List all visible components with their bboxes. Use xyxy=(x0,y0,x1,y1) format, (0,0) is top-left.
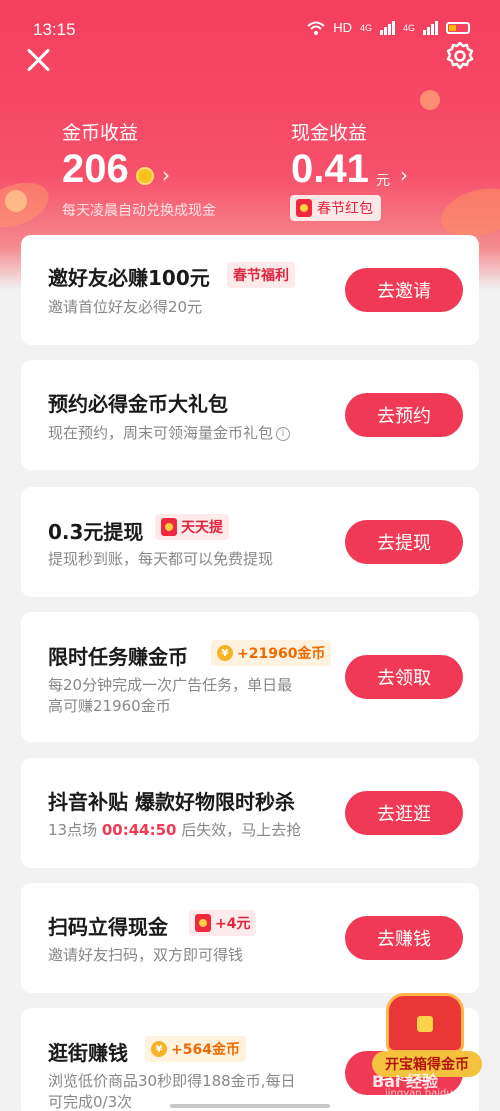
cash-earnings-label: 现金收益 xyxy=(291,122,368,144)
wifi-icon xyxy=(307,21,325,35)
red-envelope-icon xyxy=(296,199,312,217)
task-tag-label: +564金币 xyxy=(171,1042,240,1058)
task-tag-label: 春节福利 xyxy=(233,268,289,284)
status-bar: 13:15 HD 4G 4G xyxy=(0,0,500,60)
task-desc: 邀请首位好友必得20元 xyxy=(48,298,203,316)
signal-icon xyxy=(379,20,395,35)
task-tag: ¥ +21960金币 xyxy=(211,640,332,666)
task-desc: 邀请好友扫码，双方即可得钱 xyxy=(48,946,244,964)
task-tag-label: +21960金币 xyxy=(237,646,326,662)
task-title: 邀好友必赚100元 xyxy=(48,266,210,290)
signal-icon xyxy=(423,20,438,35)
task-desc: 可完成0/3次 xyxy=(48,1093,133,1111)
task-card-scan: 扫码立得现金 +4元 邀请好友扫码，双方即可得钱 去赚钱 xyxy=(21,883,479,993)
coin-earnings-note: 每天凌晨自动兑换成现金 xyxy=(62,203,216,219)
task-card-withdraw: 0.3元提现 天天提 提现秒到账，每天都可以免费提现 去提现 xyxy=(21,487,479,597)
task-title: 逛街赚钱 xyxy=(48,1041,128,1065)
coin-icon xyxy=(136,167,154,185)
coin-earnings-value[interactable]: 206 xyxy=(62,147,129,192)
task-title: 预约必得金币大礼包 xyxy=(48,392,228,416)
watermark-url: jingyan.baidu.com xyxy=(385,1088,478,1099)
task-tag: +4元 xyxy=(189,910,257,936)
task-title: 扫码立得现金 xyxy=(48,915,168,939)
task-title: 抖音补贴 爆款好物限时秒杀 xyxy=(48,790,295,814)
task-tag: ¥ +564金币 xyxy=(145,1036,246,1062)
battery-icon xyxy=(446,21,470,34)
task-desc: 高可赚21960金币 xyxy=(48,697,171,715)
network-label: 4G xyxy=(359,22,372,33)
task-desc: 每20分钟完成一次广告任务，单日最 xyxy=(48,676,293,694)
coin-icon: ¥ xyxy=(217,645,233,661)
task-desc: 现在预约，周末可领海量金币礼包 i xyxy=(48,423,291,444)
status-icons: HD 4G 4G xyxy=(307,20,470,35)
chevron-right-icon[interactable]: › xyxy=(162,163,170,187)
coin-earnings-label: 金币收益 xyxy=(62,122,139,144)
browse-button[interactable]: 去逛逛 xyxy=(345,791,463,835)
task-desc: 浏览低价商品30秒即得188金币,每日 xyxy=(48,1072,296,1090)
info-icon[interactable]: i xyxy=(276,426,291,441)
withdraw-button[interactable]: 去提现 xyxy=(345,520,463,564)
red-envelope-icon xyxy=(195,914,211,932)
claim-button[interactable]: 去领取 xyxy=(345,655,463,699)
reserve-button[interactable]: 去预约 xyxy=(345,393,463,437)
earn-button[interactable]: 去赚钱 xyxy=(345,916,463,960)
task-tag-label: 天天提 xyxy=(181,520,223,536)
gear-icon[interactable] xyxy=(444,40,476,72)
treasure-chest-icon xyxy=(386,993,464,1053)
decoration-blob xyxy=(5,190,27,212)
cash-unit: 元 xyxy=(376,173,390,189)
task-card-limited: 限时任务赚金币 ¥ +21960金币 每20分钟完成一次广告任务，单日最 高可赚… xyxy=(21,612,479,742)
task-desc-text: 现在预约，周末可领海量金币礼包 xyxy=(48,424,274,442)
decoration-blob xyxy=(420,90,440,110)
task-card-invite: 邀好友必赚100元 春节福利 邀请首位好友必得20元 去邀请 xyxy=(21,235,479,345)
task-desc-text: 后失效，马上去抢 xyxy=(181,821,302,839)
status-time: 13:15 xyxy=(33,20,76,39)
task-title: 限时任务赚金币 xyxy=(48,645,188,669)
spring-festival-redpack-tag[interactable]: 春节红包 xyxy=(290,195,381,221)
task-tag: 春节福利 xyxy=(227,262,295,288)
chevron-right-icon[interactable]: › xyxy=(400,163,408,187)
invite-button[interactable]: 去邀请 xyxy=(345,268,463,312)
coin-icon: ¥ xyxy=(151,1041,167,1057)
session-label: 13点场 xyxy=(48,821,98,839)
task-card-reserve: 预约必得金币大礼包 现在预约，周末可领海量金币礼包 i 去预约 xyxy=(21,360,479,470)
hd-label: HD xyxy=(333,20,352,35)
redpack-tag-label: 春节红包 xyxy=(317,201,373,217)
countdown-timer: 00:44:50 xyxy=(101,821,177,839)
close-icon[interactable] xyxy=(25,46,53,74)
task-desc: 13点场 00:44:50 后失效，马上去抢 xyxy=(48,820,301,841)
task-card-douyin-subsidy: 抖音补贴 爆款好物限时秒杀 13点场 00:44:50 后失效，马上去抢 去逛逛 xyxy=(21,758,479,868)
task-tag: 天天提 xyxy=(155,514,229,540)
network-label: 4G xyxy=(402,22,415,33)
cash-earnings-value[interactable]: 0.41 xyxy=(291,147,369,192)
red-envelope-icon xyxy=(161,518,177,536)
home-indicator[interactable] xyxy=(170,1104,330,1108)
task-desc: 提现秒到账，每天都可以免费提现 xyxy=(48,550,274,568)
task-title: 0.3元提现 xyxy=(48,520,144,544)
task-tag-label: +4元 xyxy=(215,916,251,932)
